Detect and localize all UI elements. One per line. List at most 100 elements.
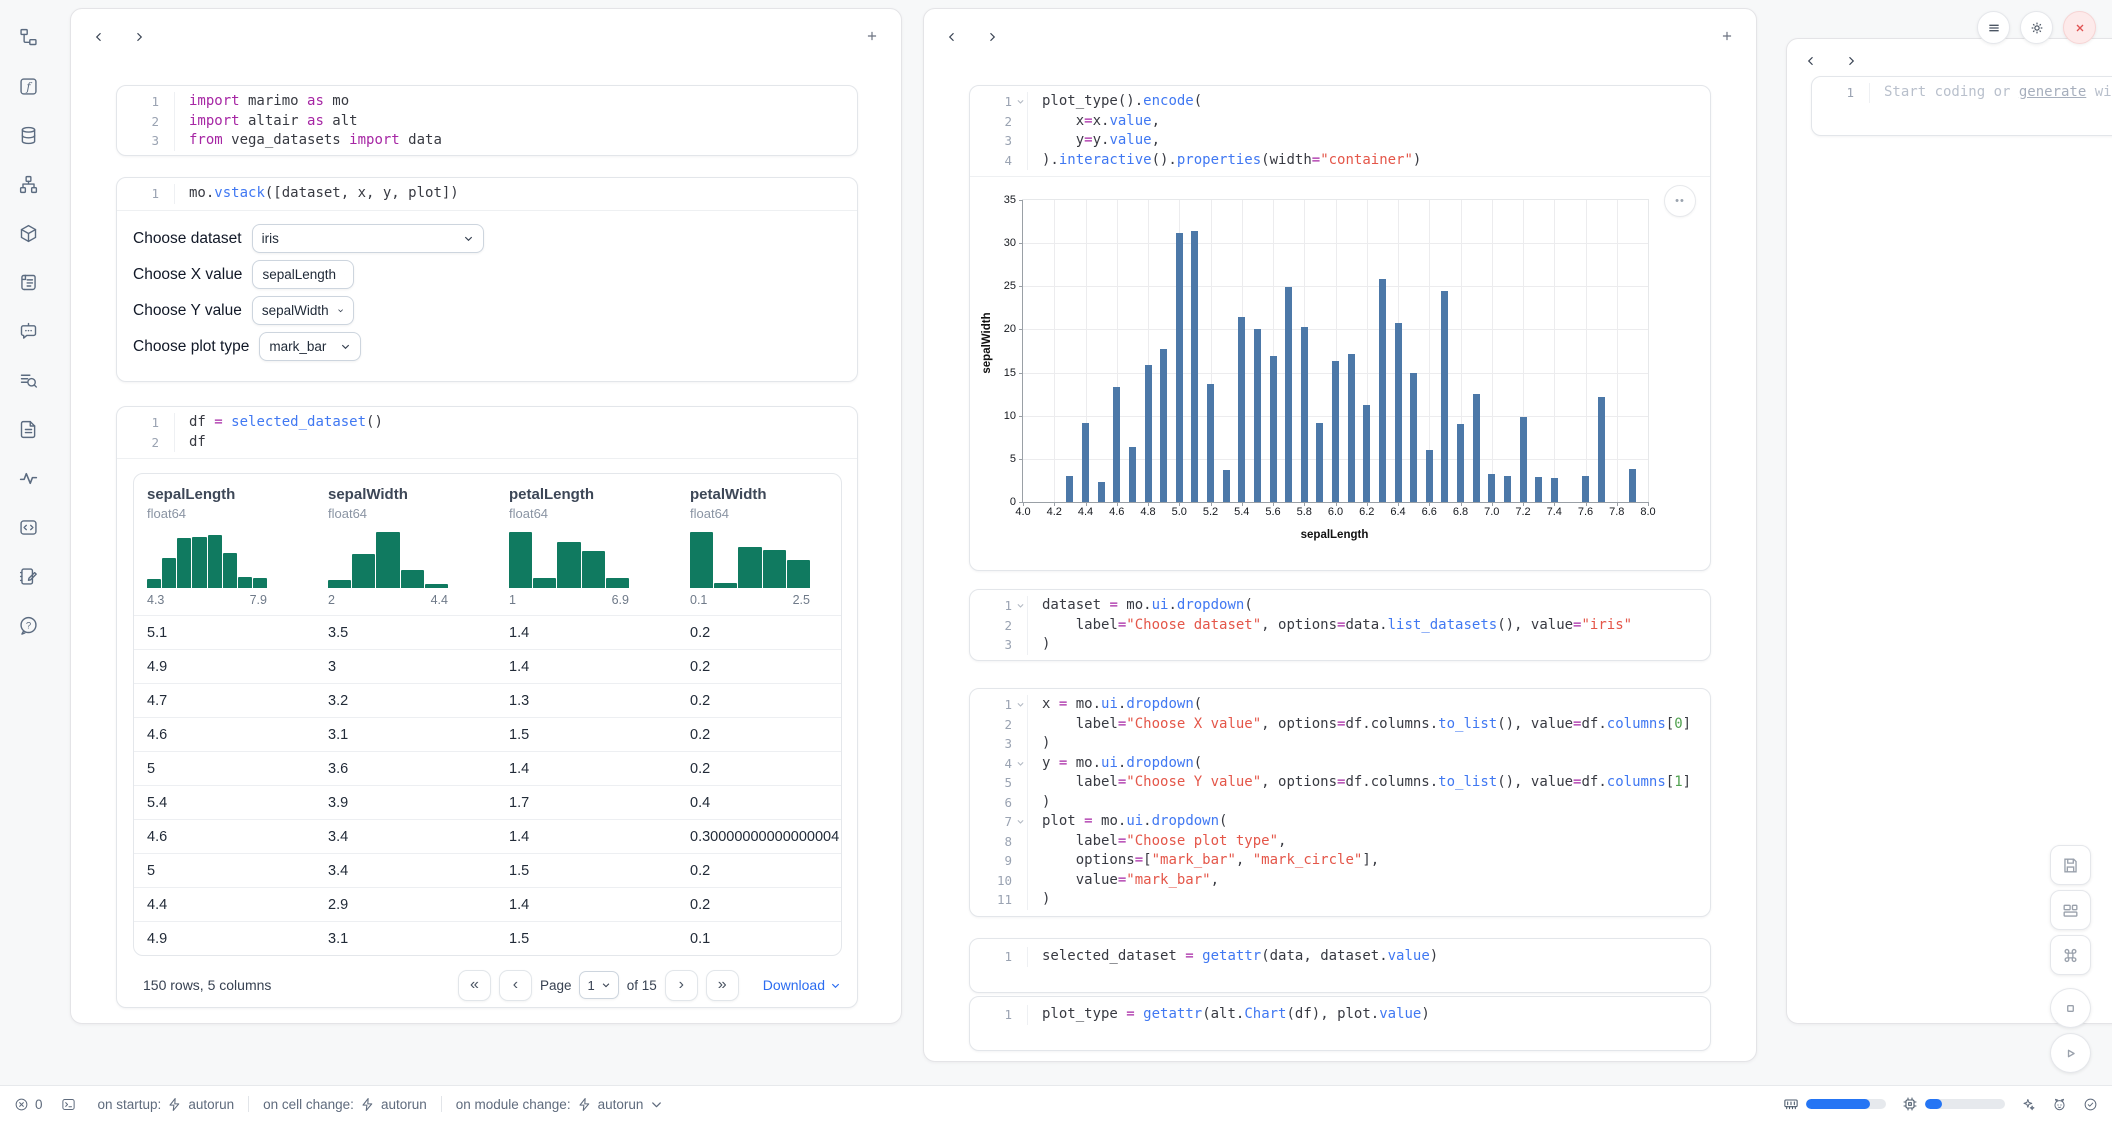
on-cell-change-config[interactable]: on cell change: autorun [263, 1097, 427, 1112]
table-row[interactable]: 4.93.11.50.1setosa [134, 921, 841, 955]
command-palette-button[interactable] [2050, 935, 2091, 975]
table-row[interactable]: 4.931.40.2setosa [134, 649, 841, 683]
table-row[interactable]: 5.13.51.40.2setosa [134, 615, 841, 649]
bar [1535, 477, 1542, 502]
chevron-down-icon [649, 1097, 664, 1112]
table-row[interactable]: 4.63.41.40.30000000000000004setosa [134, 819, 841, 853]
bar [1207, 384, 1214, 502]
file-tree-icon[interactable] [11, 20, 45, 54]
line-number: 3 [117, 131, 175, 151]
first-page-button[interactable]: « [458, 970, 491, 1001]
bar [1473, 394, 1480, 502]
menu-icon[interactable] [1977, 11, 2010, 44]
dropdown-value: sepalWidth [262, 303, 329, 318]
dependency-graph-icon[interactable] [11, 167, 45, 201]
connection-status-icon[interactable] [2083, 1097, 2098, 1112]
y-tick-label: 5 [986, 453, 1016, 465]
column-next-icon[interactable] [1839, 49, 1863, 73]
cpu-usage-bar [1925, 1099, 2005, 1109]
add-cell-icon[interactable] [859, 23, 885, 49]
cell-plot: 1plot_type().encode(2 x=x.value,3 y=y.va… [969, 85, 1711, 571]
code-editor[interactable]: 1selected_dataset = getattr(data, datase… [970, 947, 1710, 967]
bar [1363, 405, 1370, 503]
bar [1504, 476, 1511, 502]
tracing-icon[interactable] [11, 461, 45, 495]
errors-indicator[interactable]: 0 [14, 1097, 43, 1112]
fold-chevron-icon[interactable] [1016, 759, 1025, 768]
generate-with-ai-link[interactable]: generate [2019, 84, 2086, 100]
fold-chevron-icon[interactable] [1016, 700, 1025, 709]
altair-bar-chart[interactable]: sepalWidth 4.04.24.44.64.85.05.25.45.65.… [970, 177, 1710, 565]
code-editor[interactable]: 1 Start coding or generate with AI [1812, 77, 2112, 109]
code-editor[interactable]: 1plot_type().encode(2 x=x.value,3 y=y.va… [970, 86, 1710, 176]
column-prev-icon[interactable] [87, 25, 111, 49]
logs-icon[interactable] [11, 363, 45, 397]
chart-menu-icon[interactable]: •• [1664, 185, 1696, 217]
help-icon[interactable]: ? [11, 608, 45, 642]
fold-chevron-icon[interactable] [1016, 817, 1025, 826]
bar [1191, 231, 1198, 502]
cell-dataset-dropdown: 1dataset = mo.ui.dropdown(2 label="Choos… [969, 589, 1711, 661]
code-editor[interactable]: 1df = selected_dataset()2df [117, 407, 857, 458]
column-prev-icon[interactable] [940, 25, 964, 49]
table-row[interactable]: 5.43.91.70.4setosa [134, 785, 841, 819]
scratchpad-icon[interactable] [11, 559, 45, 593]
code-editor[interactable]: 1dataset = mo.ui.dropdown(2 label="Choos… [970, 590, 1710, 661]
line-number: 1 [970, 596, 1028, 616]
fold-chevron-icon[interactable] [1016, 601, 1025, 610]
code-editor[interactable]: 1import marimo as mo2import altair as al… [117, 86, 857, 156]
copilot-icon[interactable] [2052, 1097, 2067, 1112]
x-tick-label: 6.8 [1446, 506, 1476, 518]
table-row[interactable]: 53.61.40.2setosa [134, 751, 841, 785]
table-row[interactable]: 53.41.50.2setosa [134, 853, 841, 887]
datasources-icon[interactable] [11, 118, 45, 152]
column-next-icon[interactable] [127, 25, 151, 49]
download-button[interactable]: Download [763, 977, 841, 993]
prev-page-button[interactable]: ‹ [499, 970, 532, 1001]
column-prev-icon[interactable] [1799, 49, 1823, 73]
next-page-button[interactable]: › [665, 970, 698, 1001]
layout-panels-button[interactable] [2050, 890, 2091, 930]
fold-chevron-icon[interactable] [1016, 97, 1025, 106]
y-value-dropdown[interactable]: sepalWidth [252, 296, 354, 325]
bar [1629, 469, 1636, 502]
table-row[interactable]: 4.73.21.30.2setosa [134, 683, 841, 717]
column-header-petalLength[interactable]: petalLengthfloat6416.9 [496, 486, 677, 609]
last-page-button[interactable]: » [706, 970, 739, 1001]
page-select[interactable]: 1 [579, 971, 618, 999]
column-header-petalWidth[interactable]: petalWidthfloat640.12.5 [677, 486, 842, 609]
documentation-icon[interactable] [11, 412, 45, 446]
settings-gear-icon[interactable] [2020, 11, 2053, 44]
table-row[interactable]: 4.63.11.50.2setosa [134, 717, 841, 751]
close-icon[interactable] [2063, 11, 2096, 44]
helper-functions-icon[interactable]: f [11, 69, 45, 103]
code-line: 11) [970, 890, 1710, 910]
column-next-icon[interactable] [980, 25, 1004, 49]
code-editor[interactable]: 1mo.vstack([dataset, x, y, plot]) [117, 178, 857, 210]
column-header-sepalWidth[interactable]: sepalWidthfloat6424.4 [315, 486, 496, 609]
cell-imports: 1import marimo as mo2import altair as al… [116, 85, 858, 156]
terminal-icon[interactable] [61, 1097, 76, 1112]
plot-area[interactable]: 4.04.24.44.64.85.05.25.45.65.86.06.26.46… [1022, 199, 1649, 503]
table-cell: 1.4 [496, 659, 677, 675]
table-row[interactable]: 4.42.91.40.2setosa [134, 887, 841, 921]
add-cell-icon[interactable] [1714, 23, 1740, 49]
save-button[interactable] [2050, 845, 2091, 885]
code-editor[interactable]: 1plot_type = getattr(alt.Chart(df), plot… [970, 1005, 1710, 1025]
outline-icon[interactable] [11, 265, 45, 299]
snippets-icon[interactable] [11, 510, 45, 544]
x-tick-label: 7.4 [1539, 506, 1569, 518]
on-module-change-config[interactable]: on module change: autorun [456, 1097, 665, 1112]
x-value-dropdown[interactable]: sepalLength [252, 260, 354, 289]
dataset-dropdown[interactable]: iris [252, 224, 484, 253]
plot-type-dropdown[interactable]: mark_bar [259, 332, 361, 361]
on-startup-config[interactable]: on startup: autorun [98, 1097, 235, 1112]
ai-assist-icon[interactable] [2021, 1097, 2036, 1112]
chat-icon[interactable] [11, 314, 45, 348]
stop-button[interactable] [2050, 988, 2091, 1028]
column-header-sepalLength[interactable]: sepalLengthfloat644.37.9 [134, 486, 315, 609]
code-editor[interactable]: 1x = mo.ui.dropdown(2 label="Choose X va… [970, 689, 1710, 916]
run-all-button[interactable] [2050, 1033, 2091, 1073]
code-line: 1x = mo.ui.dropdown( [970, 695, 1710, 715]
packages-icon[interactable] [11, 216, 45, 250]
